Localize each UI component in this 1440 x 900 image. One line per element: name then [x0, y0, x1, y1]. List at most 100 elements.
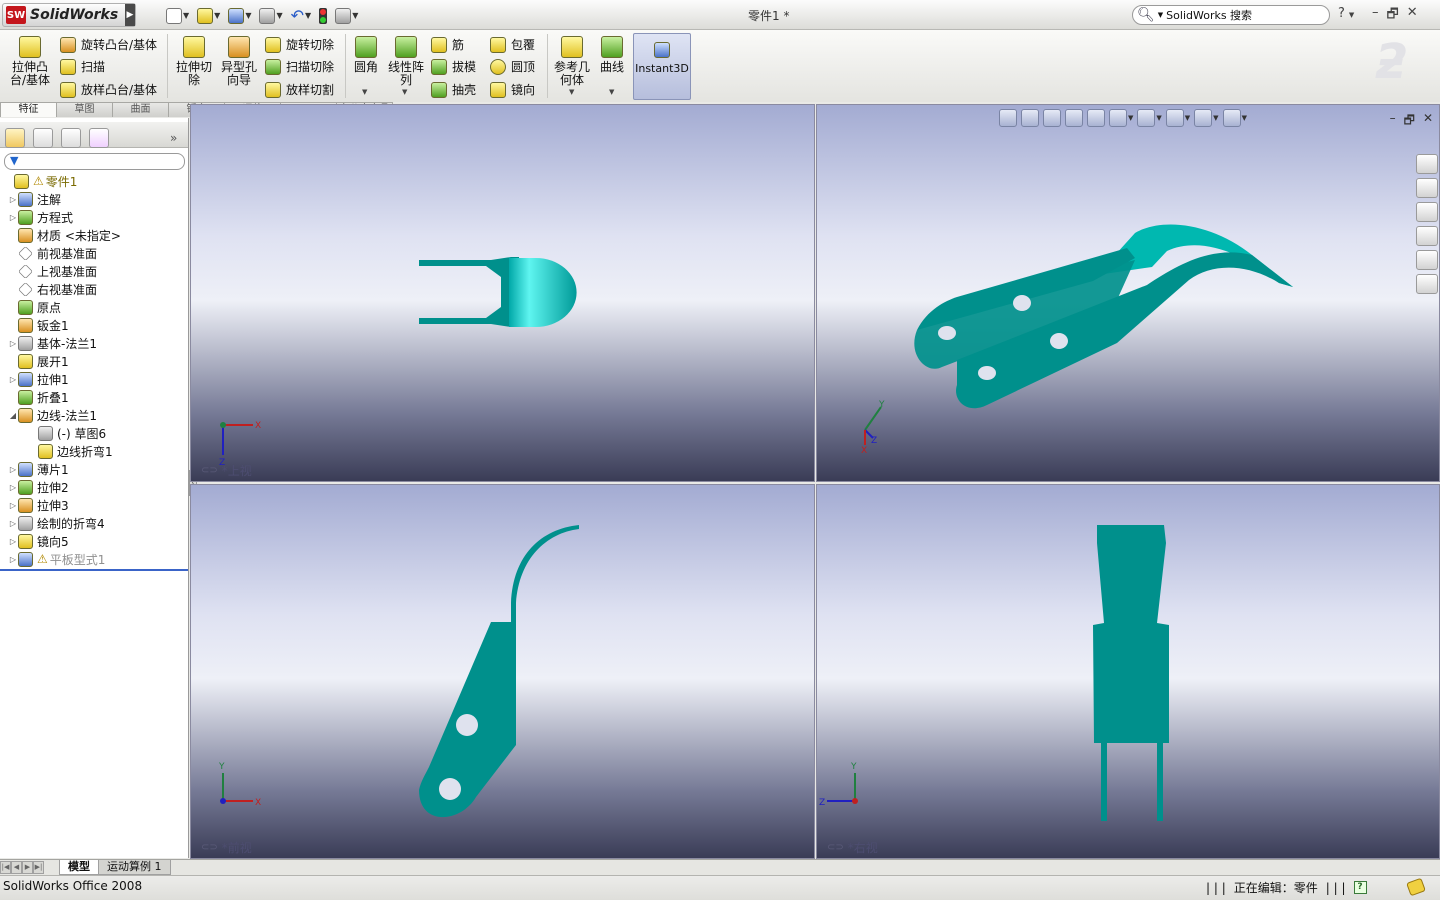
tree-node[interactable]: (-) 草图6 [0, 424, 188, 442]
zoom-to-fit-icon[interactable] [999, 109, 1017, 127]
wrap-button[interactable]: 包覆 [490, 36, 535, 53]
feature-tree-tab-icon[interactable] [5, 128, 25, 148]
link-views-icon[interactable]: ⊂⊃ [201, 842, 218, 853]
extrude-boss-button[interactable]: 拉伸凸 台/基体 [10, 36, 50, 87]
viewport-right[interactable]: Y Z ⊂⊃ *右视 [816, 484, 1440, 859]
tree-node[interactable]: ▷ 镜向5 [0, 532, 188, 550]
property-manager-tab-icon[interactable] [33, 128, 53, 148]
view-settings-dropdown-icon[interactable]: ▼ [1242, 114, 1247, 122]
dimxpert-manager-tab-icon[interactable] [89, 128, 109, 148]
save-button[interactable]: ▼ [228, 7, 251, 24]
tree-node[interactable]: 前视基准面 [0, 244, 188, 262]
tree-node[interactable]: 展开1 [0, 352, 188, 370]
link-views-icon[interactable]: ⊂⊃ [827, 842, 844, 853]
tree-node[interactable]: 钣金1 [0, 316, 188, 334]
help-button[interactable]: ? ▼ [1338, 6, 1354, 21]
display-style-icon[interactable] [1109, 109, 1127, 127]
expand-icon[interactable]: ▷ [8, 195, 18, 204]
curves-button[interactable]: 曲线 [600, 36, 624, 74]
tag-icon[interactable] [1406, 877, 1426, 897]
first-tab-arrow-icon[interactable]: |◀ [0, 861, 11, 874]
last-tab-arrow-icon[interactable]: ▶| [33, 861, 44, 874]
tree-node[interactable]: 右视基准面 [0, 280, 188, 298]
edit-appearance-icon[interactable] [1165, 109, 1184, 127]
tree-node[interactable]: 边线折弯1 [0, 442, 188, 460]
options-button[interactable]: ▼ [335, 7, 358, 24]
restore-button[interactable]: 🗗 [1387, 5, 1399, 27]
link-views-icon[interactable]: ⊂⊃ [201, 465, 218, 476]
loft-cut-button[interactable]: 放样切割 [265, 81, 334, 98]
tree-node[interactable]: ▷ 拉伸3 [0, 496, 188, 514]
pattern-dropdown-icon[interactable]: ▼ [402, 88, 407, 96]
expand-icon[interactable]: ▷ [8, 519, 18, 528]
rebuild-button[interactable] [319, 7, 328, 24]
expand-icon[interactable]: ▷ [8, 555, 18, 564]
undo-button[interactable]: ↶ ▼ [291, 6, 312, 25]
tree-node[interactable]: 材质 <未指定> [0, 226, 188, 244]
view-settings-icon[interactable] [1222, 109, 1241, 127]
model-tab[interactable]: 运动算例 1 [98, 860, 171, 875]
tree-filter-input[interactable]: ▼ [4, 153, 185, 170]
dome-button[interactable]: 圆顶 [490, 58, 535, 75]
reference-geometry-dropdown-icon[interactable]: ▼ [569, 88, 574, 96]
reference-geometry-button[interactable]: 参考几 何体 [554, 36, 590, 87]
rib-button[interactable]: 筋 [431, 36, 464, 53]
display-style-dropdown-icon[interactable]: ▼ [1128, 114, 1133, 122]
mirror-button[interactable]: 镜向 [490, 81, 535, 98]
model-tab[interactable]: 模型 [59, 860, 99, 875]
expand-icon[interactable]: ▷ [8, 213, 18, 222]
rollback-bar[interactable] [0, 569, 188, 571]
viewport-close-button[interactable]: ✕ [1423, 111, 1433, 132]
expand-icon[interactable]: ▷ [8, 483, 18, 492]
search-box[interactable]: 🔍︎ ▼ SolidWorks 搜索 [1132, 5, 1330, 25]
expand-icon[interactable]: ▷ [8, 375, 18, 384]
new-button[interactable]: ▼ [166, 7, 189, 24]
tree-node[interactable]: 原点 [0, 298, 188, 316]
sweep-button[interactable]: 扫描 [60, 58, 105, 75]
expand-icon[interactable]: ▷ [8, 501, 18, 510]
viewport-front[interactable]: Y X ⊂⊃ *前视 [190, 484, 815, 859]
expand-icon[interactable]: ▷ [8, 465, 18, 474]
section-view-icon[interactable] [1065, 109, 1083, 127]
tree-node[interactable]: ◢ 边线-法兰1 [0, 406, 188, 424]
hide-show-items-icon[interactable] [1137, 109, 1156, 127]
tree-node[interactable]: ▷ 拉伸2 [0, 478, 188, 496]
loft-boss-button[interactable]: 放样凸台/基体 [60, 81, 157, 98]
fillet-dropdown-icon[interactable]: ▼ [362, 88, 367, 96]
file-explorer-icon[interactable] [1416, 202, 1438, 222]
search-dropdown-icon[interactable]: ▼ [1158, 11, 1163, 19]
revolve-boss-button[interactable]: 旋转凸台/基体 [60, 36, 157, 53]
expand-icon[interactable]: ▷ [8, 339, 18, 348]
hole-wizard-button[interactable]: 异型孔 向导 [221, 36, 257, 87]
next-tab-arrow-icon[interactable]: ▶ [22, 861, 33, 874]
apply-scene-icon[interactable] [1194, 109, 1213, 127]
print-button[interactable]: ▼ [259, 7, 283, 24]
sweep-cut-button[interactable]: 扫描切除 [265, 58, 334, 75]
viewport-isometric[interactable]: Y Z X ▼ ▼ ▼ ▼ ▼ – 🗗 ✕ [816, 104, 1440, 482]
quick-tips-icon[interactable]: ? [1353, 881, 1367, 894]
draft-button[interactable]: 拔模 [431, 58, 476, 75]
tree-node[interactable]: 折叠1 [0, 388, 188, 406]
linear-pattern-button[interactable]: 线性阵 列 [388, 36, 424, 87]
view-palette-icon[interactable] [1416, 250, 1438, 270]
tree-node[interactable]: ▷ 绘制的折弯4 [0, 514, 188, 532]
previous-view-icon[interactable] [1043, 109, 1061, 127]
appearance-dropdown-icon[interactable]: ▼ [1185, 114, 1190, 122]
close-button[interactable]: ✕ [1407, 5, 1418, 27]
minimize-button[interactable]: – [1372, 5, 1379, 27]
expand-icon[interactable]: ▷ [8, 537, 18, 546]
viewport-top[interactable]: X Z ⊂⊃ *上视 [190, 104, 815, 482]
tree-node[interactable]: ▷ 薄片1 [0, 460, 188, 478]
view-orientation-icon[interactable] [1087, 109, 1105, 127]
tree-node[interactable]: ▷ ⚠ 平板型式1 [0, 550, 188, 568]
instant3d-button[interactable]: Instant3D [633, 33, 691, 100]
viewport-minimize-button[interactable]: – [1390, 111, 1396, 132]
appearances-icon[interactable] [1416, 274, 1438, 294]
command-tab[interactable]: 曲面 [112, 102, 169, 117]
scene-dropdown-icon[interactable]: ▼ [1213, 114, 1218, 122]
curves-dropdown-icon[interactable]: ▼ [609, 88, 614, 96]
configuration-manager-tab-icon[interactable] [61, 128, 81, 148]
search-results-icon[interactable] [1416, 226, 1438, 246]
tree-node[interactable]: ▷ 基体-法兰1 [0, 334, 188, 352]
tree-node[interactable]: 上视基准面 [0, 262, 188, 280]
